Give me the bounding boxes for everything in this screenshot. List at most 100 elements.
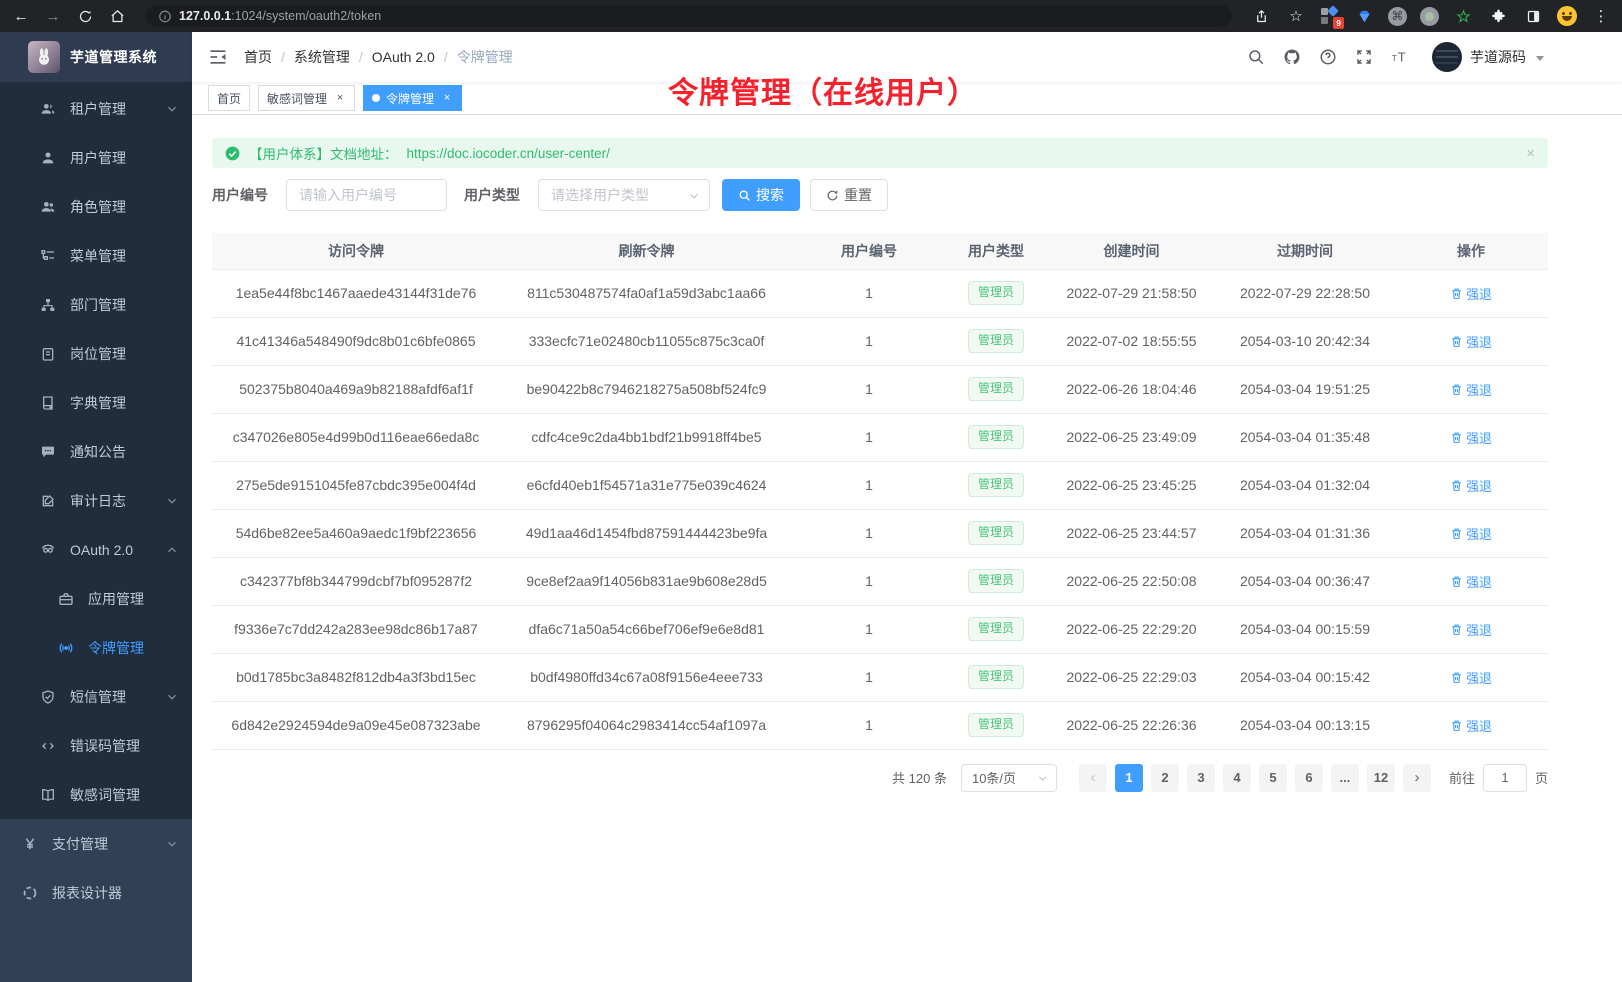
sidebar-item-post[interactable]: 岗位管理 xyxy=(0,329,192,378)
user-id-cell: 1 xyxy=(793,701,945,749)
puzzle-extensions-icon[interactable] xyxy=(1487,5,1509,27)
profile-avatar-icon[interactable] xyxy=(1557,6,1577,26)
sidebar-item-oauth2-token[interactable]: 令牌管理 xyxy=(0,623,192,672)
sidebar-item-user[interactable]: 用户管理 xyxy=(0,133,192,182)
force-logout-button[interactable]: 强退 xyxy=(1450,332,1492,351)
star-extension-icon[interactable] xyxy=(1452,5,1474,27)
force-logout-button[interactable]: 强退 xyxy=(1450,620,1492,639)
sidebar-root-group: 支付管理报表设计器 xyxy=(0,819,192,982)
sidebar-item-audit-log[interactable]: 审计日志 xyxy=(0,476,192,525)
expire-time-cell: 2022-07-29 22:28:50 xyxy=(1216,269,1394,317)
user-type-select[interactable]: 请选择用户类型 xyxy=(538,179,710,211)
record-extension-icon[interactable] xyxy=(1420,7,1439,26)
goto-page-input[interactable] xyxy=(1483,764,1527,792)
tree-icon xyxy=(40,248,56,264)
page-size-select[interactable]: 10条/页 xyxy=(961,764,1057,792)
force-logout-button[interactable]: 强退 xyxy=(1450,524,1492,543)
user-id-cell: 1 xyxy=(793,557,945,605)
force-logout-button[interactable]: 强退 xyxy=(1450,380,1492,399)
sidebar-item-label: OAuth 2.0 xyxy=(70,542,166,558)
tab-home[interactable]: 首页 xyxy=(208,85,250,111)
page-buttons: 123456...12 xyxy=(1111,764,1399,792)
sidebar-item-dept[interactable]: 部门管理 xyxy=(0,280,192,329)
fullscreen-icon[interactable] xyxy=(1354,48,1373,67)
force-logout-label: 强退 xyxy=(1466,572,1492,591)
force-logout-button[interactable]: 强退 xyxy=(1450,428,1492,447)
page-button-6[interactable]: 6 xyxy=(1295,764,1323,792)
sidebar-item-dict[interactable]: 字典管理 xyxy=(0,378,192,427)
role-icon xyxy=(40,199,56,215)
user-id-input[interactable] xyxy=(286,179,447,211)
force-logout-button[interactable]: 强退 xyxy=(1450,476,1492,495)
force-logout-button[interactable]: 强退 xyxy=(1450,716,1492,735)
sidebar-item-notice[interactable]: 通知公告 xyxy=(0,427,192,476)
breadcrumb-item[interactable]: OAuth 2.0 xyxy=(372,49,435,65)
sidebar-item-oauth2[interactable]: OAuth 2.0 xyxy=(0,525,192,574)
extension-badge-icon[interactable]: 9 xyxy=(1320,6,1340,26)
sidebar-item-sms[interactable]: 短信管理 xyxy=(0,672,192,721)
sidebar-item-tenant[interactable]: 租户管理 xyxy=(0,84,192,133)
doc-link[interactable]: https://doc.iocoder.cn/user-center/ xyxy=(407,146,610,161)
split-window-icon[interactable] xyxy=(1522,5,1544,27)
search-button[interactable]: 搜索 xyxy=(722,179,800,211)
github-icon[interactable] xyxy=(1282,48,1301,67)
action-cell: 强退 xyxy=(1394,605,1548,653)
force-logout-button[interactable]: 强退 xyxy=(1450,284,1492,303)
action-cell: 强退 xyxy=(1394,461,1548,509)
sidebar-item-label: 菜单管理 xyxy=(70,246,178,266)
page-button-2[interactable]: 2 xyxy=(1151,764,1179,792)
sidebar-item-label: 部门管理 xyxy=(70,295,178,315)
share-icon[interactable] xyxy=(1250,5,1272,27)
user-type-cell: 管理员 xyxy=(945,365,1047,413)
page-button-4[interactable]: 4 xyxy=(1223,764,1251,792)
font-size-icon[interactable]: TT xyxy=(1390,48,1409,67)
force-logout-label: 强退 xyxy=(1466,476,1492,495)
next-page-button[interactable]: › xyxy=(1403,764,1431,792)
expire-time-cell: 2054-03-04 01:31:36 xyxy=(1216,509,1394,557)
tab-token[interactable]: 令牌管理× xyxy=(363,85,462,111)
site-info-icon[interactable] xyxy=(158,5,172,27)
user-menu[interactable]: 芋道源码 xyxy=(1432,42,1544,72)
app-logo[interactable]: 芋道管理系统 xyxy=(0,32,192,82)
close-icon[interactable]: × xyxy=(441,93,453,104)
page-button-3[interactable]: 3 xyxy=(1187,764,1215,792)
page-button-5[interactable]: 5 xyxy=(1259,764,1287,792)
sidebar-item-menu[interactable]: 菜单管理 xyxy=(0,231,192,280)
reset-button[interactable]: 重置 xyxy=(810,179,888,211)
page-button-1[interactable]: 1 xyxy=(1115,764,1143,792)
force-logout-label: 强退 xyxy=(1466,428,1492,447)
sidebar-item-oauth2-app[interactable]: 应用管理 xyxy=(0,574,192,623)
home-icon[interactable] xyxy=(106,5,128,27)
breadcrumb-item[interactable]: 首页 xyxy=(244,47,272,67)
gem-extension-icon[interactable] xyxy=(1353,5,1375,27)
chevron-up-icon xyxy=(166,544,178,556)
access-token-cell: c342377bf8b344799dcbf7bf095287f2 xyxy=(212,557,500,605)
force-logout-label: 强退 xyxy=(1466,620,1492,639)
close-icon[interactable]: × xyxy=(334,93,346,104)
forward-icon[interactable]: → xyxy=(42,5,64,27)
page-button-12[interactable]: 12 xyxy=(1367,764,1395,792)
tab-sensitive-word[interactable]: 敏感词管理× xyxy=(258,85,355,111)
bookmark-star-icon[interactable]: ☆ xyxy=(1285,5,1307,27)
back-icon[interactable]: ← xyxy=(10,5,32,27)
goto-suffix: 页 xyxy=(1535,768,1548,787)
sidebar-item-sensitive-word[interactable]: 敏感词管理 xyxy=(0,770,192,819)
help-icon[interactable] xyxy=(1318,48,1337,67)
prev-page-button[interactable]: ‹ xyxy=(1079,764,1107,792)
sidebar-collapse-icon[interactable] xyxy=(208,47,228,67)
sidebar-item-pay[interactable]: 支付管理 xyxy=(0,819,192,868)
sidebar-item-error-code[interactable]: 错误码管理 xyxy=(0,721,192,770)
search-icon[interactable] xyxy=(1246,48,1265,67)
force-logout-button[interactable]: 强退 xyxy=(1450,572,1492,591)
browser-menu-icon[interactable]: ⋮ xyxy=(1590,5,1612,27)
breadcrumb-item[interactable]: 系统管理 xyxy=(294,47,350,67)
table-column-header: 用户类型 xyxy=(945,233,1047,269)
command-extension-icon[interactable]: ⌘ xyxy=(1388,7,1407,26)
access-token-cell: b0d1785bc3a8482f812db4a3f3bd15ec xyxy=(212,653,500,701)
sidebar-item-report-designer[interactable]: 报表设计器 xyxy=(0,868,192,917)
close-icon[interactable]: × xyxy=(1526,146,1535,161)
force-logout-button[interactable]: 强退 xyxy=(1450,668,1492,687)
sidebar-item-role[interactable]: 角色管理 xyxy=(0,182,192,231)
address-bar[interactable]: 127.0.0.1:1024/system/oauth2/token xyxy=(146,5,1232,27)
reload-icon[interactable] xyxy=(74,5,96,27)
